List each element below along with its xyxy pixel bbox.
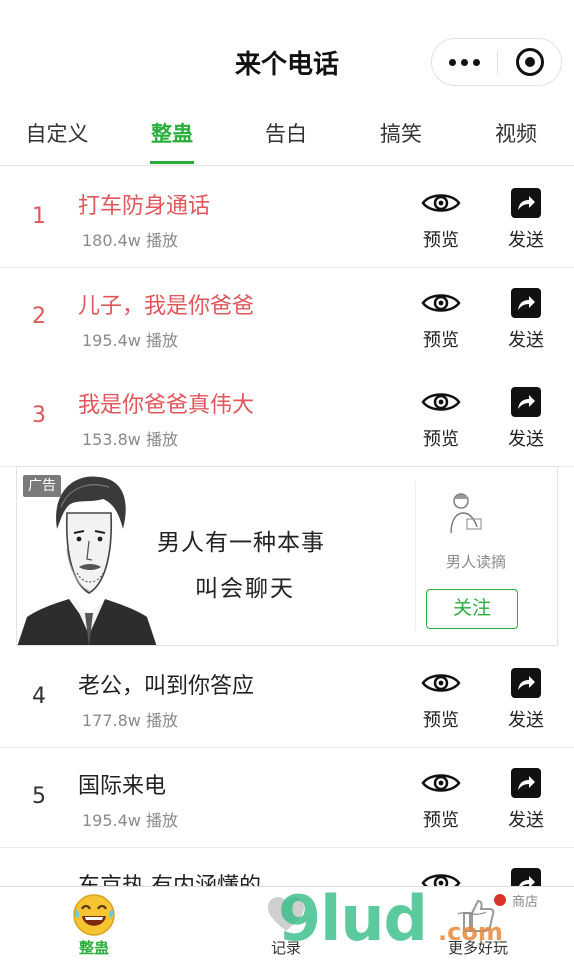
share-arrow-icon: [511, 668, 541, 698]
send-label: 发送: [508, 810, 544, 831]
eye-icon: [421, 674, 461, 692]
play-count: 153.8w 播放: [82, 430, 178, 449]
rank-number: 4: [32, 684, 46, 709]
call-title: 国际来电: [78, 774, 167, 799]
tab-funny[interactable]: 搞笑: [379, 118, 423, 164]
mini-program-capsule: [431, 38, 562, 86]
tab-video[interactable]: 视频: [494, 118, 538, 164]
more-dots-icon: [449, 58, 456, 66]
account-avatar: [450, 493, 482, 534]
play-count: 195.4w 播放: [82, 331, 178, 350]
eye-icon: [421, 194, 461, 212]
call-title: 打车防身通话: [78, 194, 211, 219]
bottom-tab-records[interactable]: 记录: [226, 887, 346, 960]
preview-label: 预览: [423, 710, 459, 731]
bottom-tab-prank[interactable]: 整蛊: [34, 887, 154, 960]
preview-button[interactable]: 预览: [411, 387, 471, 451]
list-item[interactable]: 1 打车防身通话 180.4w 播放 预览 发送: [0, 168, 574, 268]
share-arrow-icon: [511, 188, 541, 218]
capsule-divider: [497, 50, 498, 74]
send-button[interactable]: 发送: [496, 768, 556, 832]
send-button[interactable]: 发送: [496, 668, 556, 732]
ad-banner[interactable]: 广告 男人有一种本事 叫会聊天 男人读摘 关注: [16, 466, 558, 646]
category-tabs: 自定义 整蛊 告白 搞笑 视频: [0, 108, 574, 166]
bottom-tab-more-fun[interactable]: 更多好玩: [418, 887, 538, 960]
list-item[interactable]: 2 儿子，我是你爸爸 195.4w 播放 预览 发送: [0, 268, 574, 368]
heart-icon: [268, 897, 304, 931]
ad-account-name: 男人读摘: [445, 553, 506, 571]
bottom-tab-label: 更多好玩: [447, 939, 508, 957]
rank-number: 1: [32, 204, 46, 229]
ad-tag: 广告: [23, 475, 61, 497]
share-arrow-icon: [511, 387, 541, 417]
rank-number: 5: [32, 784, 46, 809]
bottom-tab-label: 记录: [270, 939, 301, 957]
play-count: 177.8w 播放: [82, 711, 178, 730]
rank-number: 2: [32, 304, 46, 329]
play-count: 180.4w 播放: [82, 231, 178, 250]
follow-button[interactable]: 关注: [426, 589, 518, 629]
rank-number: 3: [32, 403, 46, 428]
list-item[interactable]: 4 老公，叫到你答应 177.8w 播放 预览 发送: [0, 648, 574, 748]
preview-button[interactable]: 预览: [411, 188, 471, 252]
share-arrow-icon: [511, 768, 541, 798]
preview-button[interactable]: 预览: [411, 668, 471, 732]
close-target-icon[interactable]: [516, 48, 544, 76]
send-button[interactable]: 发送: [496, 387, 556, 451]
call-title: 老公，叫到你答应: [78, 674, 255, 699]
more-menu-button[interactable]: [432, 39, 497, 85]
list-item[interactable]: 5 国际来电 195.4w 播放 预览 发送: [0, 748, 574, 848]
eye-icon: [421, 774, 461, 792]
share-arrow-icon: [511, 288, 541, 318]
bottom-tab-label: 整蛊: [78, 939, 109, 957]
ad-divider: [415, 481, 416, 631]
send-label: 发送: [508, 230, 544, 251]
thumbs-up-icon: [463, 899, 495, 932]
play-count: 195.4w 播放: [82, 811, 178, 830]
preview-label: 预览: [423, 230, 459, 251]
call-title: 儿子，我是你爸爸: [78, 294, 255, 319]
send-button[interactable]: 发送: [496, 288, 556, 352]
ad-subheadline: 叫会聊天: [195, 576, 295, 602]
list-item[interactable]: 3 我是你爸爸真伟大 153.8w 播放 预览 发送: [0, 367, 574, 467]
eye-icon: [421, 294, 461, 312]
send-label: 发送: [508, 710, 544, 731]
preview-label: 预览: [423, 810, 459, 831]
tab-confession[interactable]: 告白: [264, 118, 308, 164]
send-button[interactable]: 发送: [496, 188, 556, 252]
tab-custom[interactable]: 自定义: [24, 118, 90, 164]
send-label: 发送: [508, 429, 544, 450]
call-title: 我是你爸爸真伟大: [78, 393, 255, 418]
preview-label: 预览: [423, 330, 459, 351]
eye-icon: [421, 393, 461, 411]
ad-headline: 男人有一种本事: [157, 530, 325, 556]
preview-button[interactable]: 预览: [411, 288, 471, 352]
bottom-tab-bar: 整蛊 记录 更多好玩: [0, 886, 574, 960]
nav-header: 来个电话: [0, 0, 574, 108]
send-label: 发送: [508, 330, 544, 351]
preview-label: 预览: [423, 429, 459, 450]
tab-prank[interactable]: 整蛊: [150, 118, 194, 164]
preview-button[interactable]: 预览: [411, 768, 471, 832]
laughing-face-icon: [73, 894, 115, 936]
